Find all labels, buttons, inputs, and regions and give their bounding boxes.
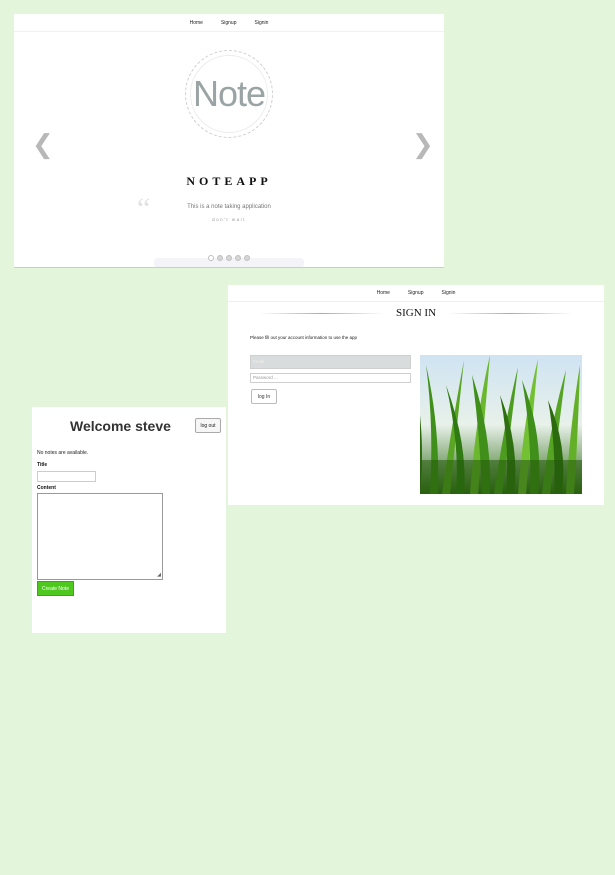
email-field[interactable]: Email ... <box>250 355 411 369</box>
subtagline: don't wait <box>212 217 246 222</box>
carousel-indicator-5[interactable] <box>244 255 250 261</box>
logout-button[interactable]: log out <box>195 418 221 433</box>
content-textarea[interactable]: ◢ <box>37 493 163 580</box>
nav-signin-link[interactable]: Signin <box>442 290 456 296</box>
page-title: SIGN IN <box>395 307 437 319</box>
nav-home-link[interactable]: Home <box>190 20 203 26</box>
grass-image <box>420 355 582 494</box>
tagline: This is a note taking application <box>187 204 271 210</box>
carousel-indicator-1[interactable] <box>208 255 214 261</box>
intro-text: Please fill out your account information… <box>250 335 358 340</box>
content-label: Content <box>37 485 56 491</box>
carousel-indicator-3[interactable] <box>226 255 232 261</box>
login-button[interactable]: log In <box>251 389 277 404</box>
title-input[interactable] <box>37 471 96 482</box>
password-field[interactable]: Password ... <box>250 373 411 383</box>
title-label: Title <box>37 462 48 468</box>
logo-text: Note <box>190 55 268 133</box>
nav-home-link[interactable]: Home <box>377 290 390 296</box>
divider <box>448 312 574 314</box>
notes-page-screenshot: Welcome steve log out No notes are avail… <box>32 407 226 633</box>
signin-heading: SIGN IN <box>228 307 604 319</box>
divider <box>258 312 384 314</box>
create-note-button[interactable]: Create Note <box>37 581 74 596</box>
nav-signup-link[interactable]: Signup <box>221 20 237 26</box>
top-nav: Home Signup Signin <box>14 14 444 32</box>
nav-signup-link[interactable]: Signup <box>408 290 424 296</box>
welcome-heading: Welcome steve <box>70 418 171 434</box>
resize-handle-icon[interactable]: ◢ <box>157 572 161 578</box>
landing-page-screenshot: Home Signup Signin Note ❮ ❯ NOTEAPP “ Th… <box>14 14 444 268</box>
carousel-prev-icon[interactable]: ❮ <box>32 130 54 160</box>
empty-notes-message: No notes are available. <box>37 450 89 456</box>
carousel-indicator-4[interactable] <box>235 255 241 261</box>
signin-page-screenshot: Home Signup Signin SIGN IN Please fill o… <box>228 285 604 505</box>
carousel-indicator-2[interactable] <box>217 255 223 261</box>
top-nav: Home Signup Signin <box>228 285 604 302</box>
carousel-indicators <box>208 255 250 261</box>
carousel-next-icon[interactable]: ❯ <box>412 130 434 160</box>
app-name: NOTEAPP <box>186 174 272 188</box>
app-logo: Note <box>185 50 273 138</box>
nav-signin-link[interactable]: Signin <box>255 20 269 26</box>
